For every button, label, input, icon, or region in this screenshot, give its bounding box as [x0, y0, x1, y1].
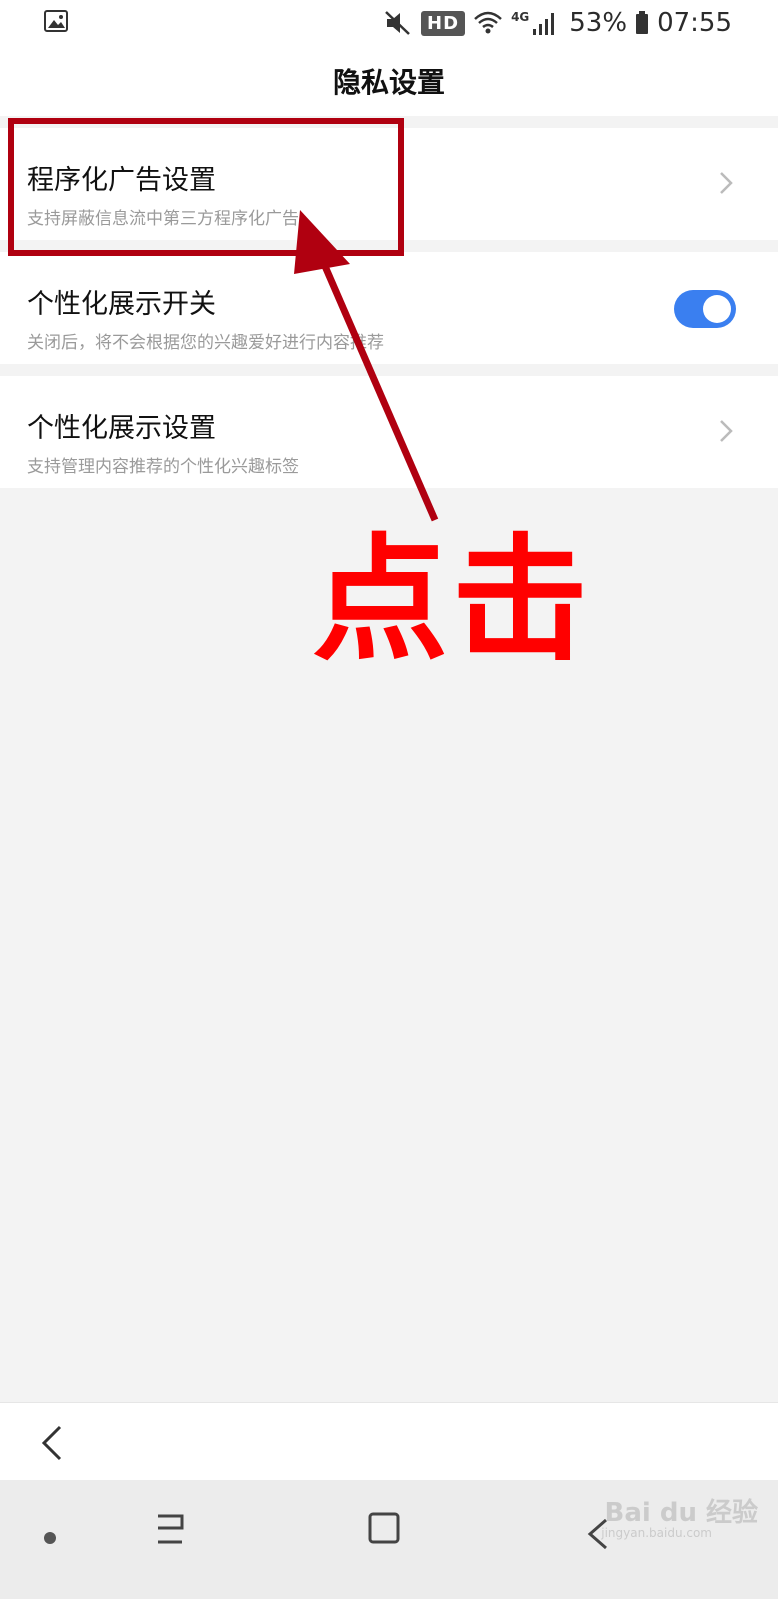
- hd-badge: HD: [421, 10, 466, 36]
- settings-item-subtitle: 支持管理内容推荐的个性化兴趣标签: [27, 457, 299, 477]
- battery-percent: 53%: [569, 8, 628, 38]
- battery-icon: [635, 11, 649, 35]
- settings-item-title: 程序化广告设置: [27, 165, 216, 196]
- annotation-arrow: [294, 210, 439, 522]
- app-bottom-bar: [0, 1402, 778, 1480]
- settings-item-title: 个性化展示设置: [27, 413, 216, 444]
- nav-dot-icon[interactable]: [44, 1532, 56, 1544]
- settings-item-programmatic-ads[interactable]: 程序化广告设置 支持屏蔽信息流中第三方程序化广告: [0, 128, 778, 240]
- chevron-right-icon: [718, 418, 734, 444]
- network-type-label: 4G: [511, 10, 530, 24]
- chevron-right-icon: [718, 170, 734, 196]
- settings-item-subtitle: 关闭后，将不会根据您的兴趣爱好进行内容推荐: [27, 333, 384, 353]
- settings-item-personalized-settings[interactable]: 个性化展示设置 支持管理内容推荐的个性化兴趣标签: [0, 376, 778, 488]
- back-icon[interactable]: [38, 1423, 66, 1463]
- personalized-toggle-switch[interactable]: [674, 290, 736, 328]
- settings-item-title: 个性化展示开关: [27, 289, 216, 320]
- toggle-knob: [703, 295, 731, 323]
- settings-item-personalized-toggle: 个性化展示开关 关闭后，将不会根据您的兴趣爱好进行内容推荐: [0, 252, 778, 364]
- header: 隐私设置: [0, 46, 778, 116]
- mute-icon: [383, 9, 413, 37]
- annotation-click-text: 点击: [312, 522, 592, 680]
- gallery-icon: [44, 10, 70, 34]
- page: HD 4G 53% 07:55 隐私设置 程序化广告设置 支持屏蔽信息流中第三方…: [0, 0, 778, 1599]
- signal-icon: [531, 9, 561, 37]
- clock: 07:55: [657, 8, 732, 38]
- recent-apps-icon[interactable]: [152, 1510, 188, 1550]
- watermark-brand: Bai du 经验: [604, 1498, 759, 1528]
- watermark-url: jingyan.baidu.com: [601, 1526, 712, 1540]
- page-title: 隐私设置: [332, 66, 445, 99]
- system-nav-bar: Bai du 经验 jingyan.baidu.com: [0, 1480, 778, 1599]
- wifi-icon: [473, 9, 503, 37]
- home-icon[interactable]: [366, 1510, 402, 1546]
- settings-item-subtitle: 支持屏蔽信息流中第三方程序化广告: [27, 209, 299, 229]
- status-bar: HD 4G 53% 07:55: [0, 0, 778, 46]
